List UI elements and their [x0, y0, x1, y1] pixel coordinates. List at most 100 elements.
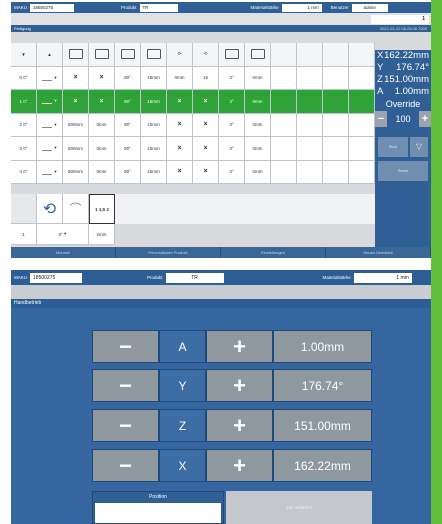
- row-number: 4 0°: [11, 160, 37, 184]
- length-cell[interactable]: 15mm: [141, 160, 167, 184]
- flange-offset-cell[interactable]: 0mm: [89, 160, 115, 184]
- disabled-cell: ×: [193, 90, 219, 114]
- length-cell[interactable]: 15mm: [141, 137, 167, 161]
- correction-angle-cell[interactable]: 3°: [219, 90, 245, 114]
- axis-readout-y: Y 176.74°: [377, 62, 429, 73]
- angle-cell[interactable]: 90°: [115, 66, 141, 90]
- extra-col-header-3: [323, 43, 349, 67]
- axis-x-plus-button[interactable]: +: [206, 449, 273, 482]
- go-to-target-button[interactable]: Ziel anfahren: [226, 491, 372, 524]
- disabled-cell: ×: [193, 160, 219, 184]
- length-cell[interactable]: 2mm: [89, 224, 115, 245]
- correction-angle-cell[interactable]: 3°: [219, 160, 245, 184]
- disabled-cell: ×: [89, 90, 115, 114]
- row-number: 2 0°: [11, 113, 37, 137]
- flange-length-cell[interactable]: 500mm: [63, 137, 89, 161]
- correction-length-cell[interactable]: 0mm: [245, 66, 271, 90]
- axis-readout-x: X 162.22mm: [377, 50, 429, 61]
- empty-cell: [323, 137, 349, 161]
- maku-label: MAKU: [14, 275, 28, 280]
- tab-produkt[interactable]: Personalisiert Produkt: [116, 247, 221, 258]
- tab-manuell[interactable]: Manuell: [11, 247, 116, 258]
- reset-button[interactable]: Reset: [378, 161, 428, 181]
- table-row[interactable]: 3 0° ▾ 500mm 0mm 90° 15mm × × 3° 0mm: [11, 137, 375, 161]
- recycle-icon[interactable]: ⟲: [37, 194, 63, 224]
- benutzer-value[interactable]: admin: [351, 3, 388, 12]
- tab-neues-teil[interactable]: Neues Dreickteil: [326, 247, 431, 258]
- direction-select[interactable]: ▾: [37, 160, 63, 184]
- tool-thickness-icon[interactable]: 1 1,5 2: [89, 194, 115, 224]
- bottom-table-row[interactable]: 1 0° ▾ 2mm: [11, 224, 375, 245]
- sort-up-icon[interactable]: ▲: [37, 43, 63, 67]
- disabled-cell: ×: [63, 66, 89, 90]
- axis-x-minus-button[interactable]: −: [92, 449, 159, 482]
- axis-row-a: − A + 1.00mm: [92, 330, 372, 363]
- axis-y-plus-button[interactable]: +: [206, 369, 273, 402]
- length-cell[interactable]: 15mm: [141, 90, 167, 114]
- flange-length-cell[interactable]: 500mm: [63, 113, 89, 137]
- empty-cell: [271, 90, 297, 114]
- table-row[interactable]: 2 0° ▾ 500mm 0mm 90° 15mm × × 3° 0mm: [11, 113, 375, 137]
- start-button[interactable]: Start: [378, 137, 408, 157]
- empty-cell: [271, 137, 297, 161]
- counter-bar: 1: [11, 13, 431, 25]
- disabled-cell: ×: [193, 113, 219, 137]
- direction-select[interactable]: ▾: [37, 113, 63, 137]
- timestamp: 2022-03-10 06:25:06 7000: [379, 26, 427, 31]
- angle-cell[interactable]: 90°: [115, 160, 141, 184]
- correction-length-cell[interactable]: 0mm: [245, 137, 271, 161]
- length-icon: [141, 43, 167, 67]
- axis-a-minus-button[interactable]: −: [92, 330, 159, 363]
- table-row-selected[interactable]: 1 0° ▾ × × 90° 15mm × × 3° 0mm: [11, 90, 375, 114]
- angle-cell[interactable]: 90°: [115, 113, 141, 137]
- maku-label: MAKU: [14, 5, 28, 10]
- disabled-cell: ×: [193, 137, 219, 161]
- position-input[interactable]: [95, 503, 221, 523]
- override-stepper: − 100 +: [375, 111, 431, 127]
- section-title: Handbetrieb: [11, 299, 431, 308]
- row-number: 3 0°: [11, 137, 37, 161]
- curve-icon[interactable]: ⌒: [63, 194, 89, 224]
- chevron-down-icon[interactable]: ▽: [410, 137, 428, 157]
- correction-length-cell[interactable]: 0mm: [245, 113, 271, 137]
- axis-z-plus-button[interactable]: +: [206, 409, 273, 442]
- flange-offset-cell[interactable]: 0mm: [89, 137, 115, 161]
- correction-angle-cell[interactable]: 3°: [219, 113, 245, 137]
- flange-offset-cell[interactable]: 0mm: [89, 113, 115, 137]
- override-plus-button[interactable]: +: [419, 111, 431, 127]
- counter-field[interactable]: 1: [371, 15, 429, 24]
- axis-z-minus-button[interactable]: −: [92, 409, 159, 442]
- sort-down-icon[interactable]: ▼: [11, 43, 37, 67]
- material-label: Materialstärke: [250, 5, 279, 10]
- axis-row-y: − Y + 176.74°: [92, 369, 372, 402]
- override-value: 100: [387, 111, 419, 127]
- table-row[interactable]: 0 0° ▾ × × 90° 15mm 0mm 15 3° 0mm: [11, 66, 375, 90]
- correction-angle-cell[interactable]: 3°: [219, 66, 245, 90]
- direction-select[interactable]: ▾: [37, 137, 63, 161]
- axis-row-x: − X + 162.22mm: [92, 449, 372, 482]
- tab-einstellungen[interactable]: Einstellungen: [221, 247, 326, 258]
- axis-panel: X 162.22mm Y 176.74° Z 151.00mm A 1.00mm Ove…: [375, 50, 431, 258]
- angle-cell[interactable]: 90°: [115, 90, 141, 114]
- length-cell[interactable]: 15mm: [141, 66, 167, 90]
- empty-cell: [297, 90, 323, 114]
- empty-cell: [297, 66, 323, 90]
- offset-cell[interactable]: 0mm: [167, 66, 193, 90]
- correction-length-cell[interactable]: 0mm: [245, 90, 271, 114]
- axis-y-minus-button[interactable]: −: [92, 369, 159, 402]
- direction-select[interactable]: ▾: [37, 90, 63, 114]
- override-minus-button[interactable]: −: [375, 111, 387, 127]
- disabled-cell: ×: [63, 90, 89, 114]
- axis-a-plus-button[interactable]: +: [206, 330, 273, 363]
- value-cell[interactable]: 15: [193, 66, 219, 90]
- angle-select[interactable]: 0° ▾: [37, 224, 89, 245]
- correction-angle-cell[interactable]: 3°: [219, 137, 245, 161]
- direction-select[interactable]: ▾: [37, 66, 63, 90]
- extra-col-header: [271, 43, 297, 67]
- correction-length-cell[interactable]: 0mm: [245, 160, 271, 184]
- row-number: 0 0°: [11, 66, 37, 90]
- table-row[interactable]: 4 0° ▾ 500mm 0mm 90° 15mm × × 3° 0mm: [11, 160, 375, 184]
- flange-length-cell[interactable]: 500mm: [63, 160, 89, 184]
- angle-cell[interactable]: 90°: [115, 137, 141, 161]
- length-cell[interactable]: 15mm: [141, 113, 167, 137]
